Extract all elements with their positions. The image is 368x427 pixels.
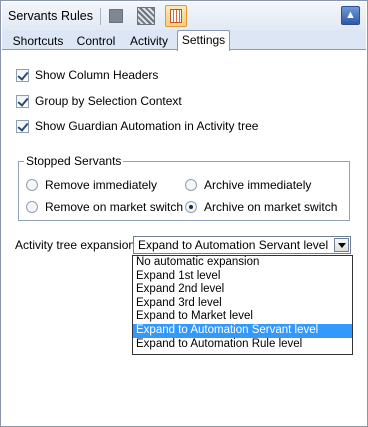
radio-label: Archive on market switch — [204, 200, 338, 214]
radio-remove-on-market-switch[interactable]: Remove on market switch — [26, 199, 183, 215]
select-value: Expand to Automation Servant level — [138, 238, 329, 252]
settings-panel: Show Column Headers Group by Selection C… — [2, 51, 366, 426]
grid-icon[interactable] — [165, 5, 187, 27]
activity-tree-expansion-label: Activity tree expansion — [15, 238, 136, 252]
radio-selected-icon[interactable] — [185, 201, 197, 213]
show-column-headers-label: Show Column Headers — [35, 68, 159, 82]
hatch-icon[interactable] — [137, 7, 155, 25]
show-guardian-checkbox[interactable]: Show Guardian Automation in Activity tre… — [16, 118, 258, 134]
rules-menu[interactable]: Rules — [61, 9, 93, 23]
tab-bar: Shortcuts Control Activity Settings — [2, 30, 366, 51]
dropdown-option[interactable]: Expand 1st level — [133, 270, 352, 284]
radio-label: Remove immediately — [45, 178, 158, 192]
tab-control[interactable]: Control — [72, 32, 120, 50]
servants-menu[interactable]: Servants — [8, 9, 57, 23]
pin-icon[interactable]: ▲ — [341, 6, 360, 25]
dropdown-option[interactable]: Expand 3rd level — [133, 297, 352, 311]
checkbox-checked-icon[interactable] — [16, 119, 29, 133]
radio-unselected-icon[interactable] — [26, 201, 38, 213]
radio-label: Archive immediately — [204, 178, 312, 192]
group-by-selection-context-checkbox[interactable]: Group by Selection Context — [16, 93, 182, 109]
dropdown-option[interactable]: Expand to Market level — [133, 310, 352, 324]
radio-unselected-icon[interactable] — [26, 179, 38, 191]
radio-archive-on-market-switch[interactable]: Archive on market switch — [185, 199, 337, 215]
toolbar-separator — [100, 8, 101, 25]
dropdown-option[interactable]: Expand 2nd level — [133, 283, 352, 297]
show-column-headers-checkbox[interactable]: Show Column Headers — [16, 67, 158, 83]
stopped-servants-title: Stopped Servants — [24, 154, 124, 168]
checkbox-checked-icon[interactable] — [16, 94, 29, 108]
grid-icon-inner — [170, 9, 182, 23]
radio-unselected-icon[interactable] — [185, 179, 197, 191]
radio-remove-immediately[interactable]: Remove immediately — [26, 177, 157, 193]
toolbar: Servants Rules ▲ — [2, 2, 366, 30]
radio-label: Remove on market switch — [45, 200, 184, 214]
show-guardian-label: Show Guardian Automation in Activity tre… — [35, 119, 259, 133]
tab-settings[interactable]: Settings — [177, 30, 230, 51]
tab-activity[interactable]: Activity — [124, 32, 174, 50]
dropdown-option[interactable]: Expand to Automation Rule level — [133, 338, 352, 352]
dropdown-option[interactable]: No automatic expansion — [133, 256, 352, 270]
activity-tree-expansion-select[interactable]: Expand to Automation Servant level — [133, 236, 351, 254]
stop-icon[interactable] — [109, 9, 123, 23]
chevron-down-icon[interactable] — [334, 238, 349, 252]
group-by-selection-context-label: Group by Selection Context — [35, 94, 182, 108]
radio-archive-immediately[interactable]: Archive immediately — [185, 177, 311, 193]
checkbox-checked-icon[interactable] — [16, 68, 29, 82]
activity-tree-expansion-dropdown: No automatic expansion Expand 1st level … — [132, 255, 353, 355]
tab-shortcuts[interactable]: Shortcuts — [8, 32, 68, 50]
dropdown-option-selected[interactable]: Expand to Automation Servant level — [133, 323, 352, 338]
servants-window: Servants Rules ▲ Shortcuts Control Activ… — [0, 0, 368, 427]
